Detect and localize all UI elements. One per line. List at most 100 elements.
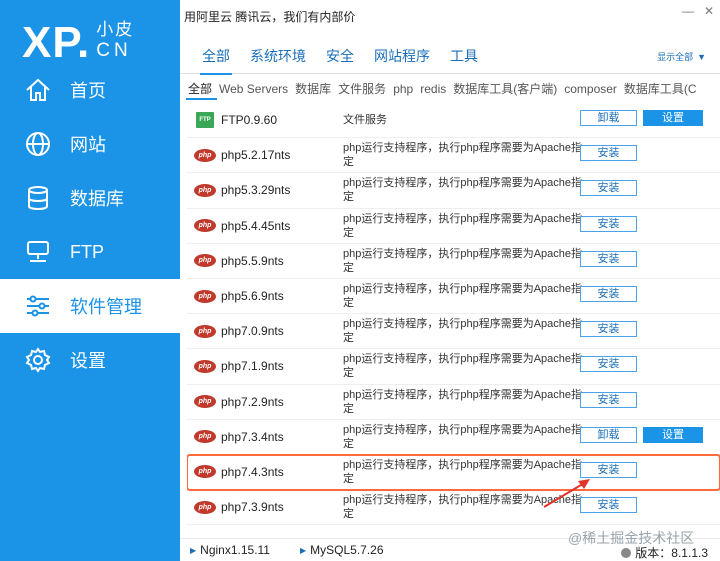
subtab-redis[interactable]: redis — [418, 78, 451, 100]
sidebar-item-settings[interactable]: 设置 — [0, 333, 180, 387]
php-logo-icon: php — [194, 395, 216, 409]
home-icon — [26, 78, 50, 101]
settings-button[interactable]: 设置 — [643, 110, 703, 126]
sidebar-item-label: 首页 — [70, 81, 106, 101]
php-icon: php — [193, 500, 217, 514]
sidebar-item-ftp[interactable]: FTP — [0, 225, 180, 279]
software-name: php5.2.17nts — [221, 148, 291, 163]
sidebar-item-label: 网站 — [70, 135, 106, 155]
sidebar-item-home[interactable]: 首页 — [0, 63, 180, 117]
software-description: php运行支持程序，执行php程序需要为Apache指定 — [343, 177, 583, 204]
php-icon: php — [193, 359, 217, 373]
install-button[interactable]: 安装 — [580, 215, 637, 232]
install-button[interactable]: 安装 — [580, 321, 637, 338]
info-icon — [621, 547, 632, 558]
subtab-composer[interactable]: composer — [562, 78, 622, 100]
logo-main-text: XP. — [22, 18, 91, 67]
tab-system-env[interactable]: 系统环境 — [240, 38, 316, 74]
promo-text[interactable]: 用阿里云 腾讯云，我们有内部价 — [184, 8, 355, 25]
minimize-button[interactable]: — — [682, 4, 694, 18]
software-name: php7.4.3nts — [221, 464, 284, 479]
software-name: php7.1.9nts — [221, 359, 284, 374]
sidebar-item-label: 数据库 — [70, 189, 124, 209]
php-icon: php — [193, 324, 217, 338]
version-text: 版本：8.1.1.3 — [635, 546, 708, 560]
software-row: php php5.2.17nts php运行支持程序，执行php程序需要为Apach… — [187, 138, 720, 174]
mysql-version: MySQL5.7.26 — [310, 543, 384, 557]
software-description: php运行支持程序，执行php程序需要为Apache指定 — [343, 318, 583, 345]
software-row: php php7.3.9nts php运行支持程序，执行php程序需要为Apache… — [187, 490, 720, 526]
sidebar-item-label: 软件管理 — [70, 297, 142, 317]
install-button[interactable]: 安装 — [580, 497, 637, 514]
software-description: php运行支持程序，执行php程序需要为Apache指定 — [343, 458, 583, 485]
php-icon: php — [193, 254, 217, 268]
php-logo-icon: php — [194, 289, 216, 303]
php-icon: php — [193, 289, 217, 303]
app-logo: XP. 小皮 CN — [0, 0, 180, 68]
software-description: php运行支持程序，执行php程序需要为Apache指定 — [343, 247, 583, 274]
sidebar-item-database[interactable]: 数据库 — [0, 171, 180, 225]
subtab-file-service[interactable]: 文件服务 — [336, 78, 391, 100]
sidebar: XP. 小皮 CN 首页 网站 数据库 FTP 软件管理 设置 — [0, 0, 180, 561]
show-all-dropdown[interactable]: 显示全部 ▼ — [653, 38, 706, 74]
uninstall-button[interactable]: 卸载 — [580, 426, 637, 443]
php-logo-icon: php — [194, 219, 216, 233]
database-icon — [28, 186, 48, 211]
subtab-db-tools-2[interactable]: 数据库工具(C — [622, 78, 702, 100]
sidebar-item-label: 设置 — [70, 351, 106, 371]
software-name: php5.4.45nts — [221, 218, 291, 233]
tab-web-programs[interactable]: 网站程序 — [364, 38, 440, 74]
install-button[interactable]: 安装 — [580, 145, 637, 162]
tab-all[interactable]: 全部 — [192, 38, 240, 75]
subtab-web-servers[interactable]: Web Servers — [217, 78, 293, 100]
ftp-logo-icon: FTP — [196, 112, 214, 129]
play-icon: ▶ — [190, 545, 197, 555]
php-icon: php — [193, 430, 217, 444]
subtab-all[interactable]: 全部 — [186, 78, 218, 100]
subtab-db-tools-client[interactable]: 数据库工具(客户端) — [451, 78, 562, 100]
main-panel: 用阿里云 腾讯云，我们有内部价 — ✕ 全部 系统环境 安全 网站程序 工具 显… — [180, 0, 720, 561]
sidebar-item-software[interactable]: 软件管理 — [0, 279, 180, 333]
subtab-php[interactable]: php — [391, 78, 418, 100]
close-button[interactable]: ✕ — [704, 4, 714, 18]
sliders-icon — [27, 295, 49, 317]
software-row: php php7.1.9nts php运行支持程序，执行php程序需要为Apache… — [187, 349, 720, 385]
php-icon: php — [193, 219, 217, 233]
install-button[interactable]: 安装 — [580, 250, 637, 267]
software-list: FTP FTP0.9.60 文件服务 卸载 设置 php php5.2.17nts php运行… — [187, 103, 720, 533]
software-description: php运行支持程序，执行php程序需要为Apache指定 — [343, 423, 583, 450]
tab-security[interactable]: 安全 — [316, 38, 364, 74]
software-row: php php7.0.9nts php运行支持程序，执行php程序需要为Apache… — [187, 314, 720, 350]
software-row: php php5.5.9nts php运行支持程序，执行php程序需要为Apache… — [187, 244, 720, 279]
software-row: php php5.4.45nts php运行支持程序，执行php程序需要为Apach… — [187, 209, 720, 244]
software-name: php5.5.9nts — [221, 253, 284, 268]
logo-en-text: CN — [96, 40, 132, 61]
tab-tools[interactable]: 工具 — [440, 38, 488, 74]
software-row: php php7.4.3nts php运行支持程序，执行php程序需要为Apache… — [187, 453, 720, 492]
install-button[interactable]: 安装 — [580, 391, 637, 408]
uninstall-button[interactable]: 卸载 — [580, 110, 637, 126]
title-bar: 用阿里云 腾讯云，我们有内部价 — ✕ — [180, 0, 720, 32]
install-button[interactable]: 安装 — [580, 356, 637, 373]
software-row: php php5.3.29nts php运行支持程序，执行php程序需要为Apach… — [187, 173, 720, 209]
software-description: php运行支持程序，执行php程序需要为Apache指定 — [343, 212, 583, 239]
install-button[interactable]: 安装 — [580, 285, 637, 302]
software-name: php7.0.9nts — [221, 324, 284, 339]
php-logo-icon: php — [194, 359, 216, 373]
status-nginx[interactable]: ▶ Nginx1.15.11 — [190, 543, 270, 557]
sidebar-item-label: FTP — [70, 241, 104, 262]
software-description: php运行支持程序，执行php程序需要为Apache指定 — [343, 283, 583, 310]
chevron-down-icon: ▼ — [697, 52, 706, 62]
software-name: php7.2.9nts — [221, 394, 284, 409]
install-button[interactable]: 安装 — [580, 461, 637, 478]
software-description: php运行支持程序，执行php程序需要为Apache指定 — [343, 388, 583, 415]
sidebar-item-website[interactable]: 网站 — [0, 117, 180, 171]
software-description: php运行支持程序，执行php程序需要为Apache指定 — [343, 494, 583, 521]
status-mysql[interactable]: ▶ MySQL5.7.26 — [300, 543, 384, 557]
php-logo-icon: php — [194, 324, 216, 338]
subtab-database[interactable]: 数据库 — [293, 78, 336, 100]
sub-category-tabs: 全部 Web Servers 数据库 文件服务 php redis 数据库工具(… — [186, 78, 720, 100]
settings-button[interactable]: 设置 — [643, 426, 703, 443]
install-button[interactable]: 安装 — [580, 180, 637, 197]
php-icon: php — [193, 183, 217, 197]
